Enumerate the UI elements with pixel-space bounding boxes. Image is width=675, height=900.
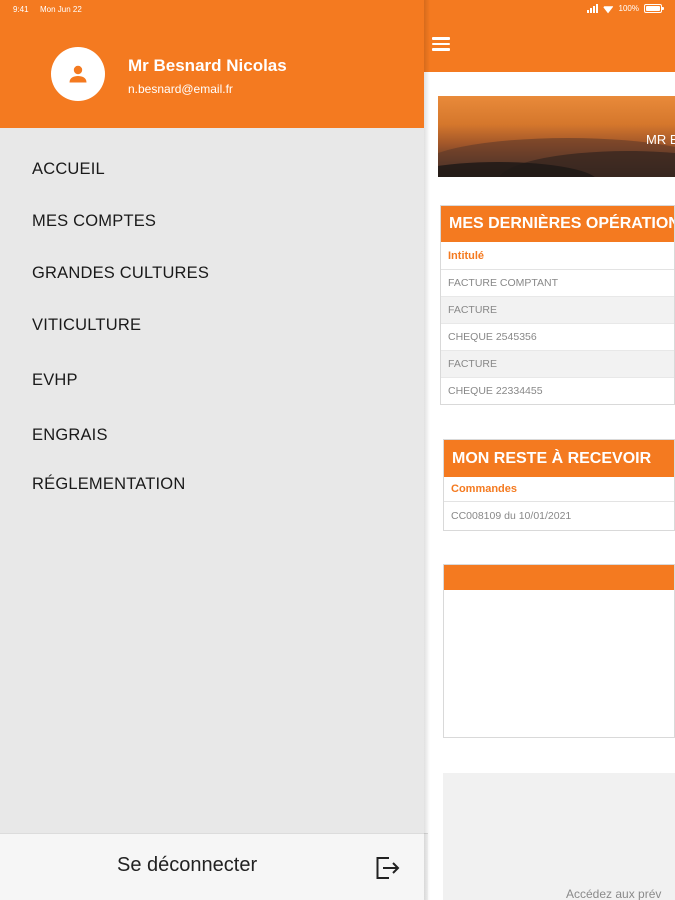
hamburger-menu-icon[interactable] bbox=[432, 34, 458, 58]
logout-button[interactable]: Se déconnecter bbox=[117, 854, 257, 877]
status-bar: 9:41 Mon Jun 22 100% bbox=[0, 0, 675, 20]
person-icon bbox=[69, 65, 87, 83]
operation-row[interactable]: CHEQUE 2545356 bbox=[441, 324, 674, 351]
header-banner-image: MR B bbox=[438, 96, 675, 177]
drawer-shadow bbox=[424, 0, 430, 900]
status-time: 9:41 bbox=[13, 5, 29, 14]
battery-icon bbox=[644, 4, 664, 13]
navigation-drawer: Mr Besnard Nicolas n.besnard@email.fr AC… bbox=[0, 0, 428, 900]
menu-item-evhp[interactable]: EVHP bbox=[32, 371, 78, 390]
reste-column-header: Commandes bbox=[444, 477, 674, 502]
menu-item-engrais[interactable]: ENGRAIS bbox=[32, 426, 108, 445]
signal-icon bbox=[586, 4, 598, 13]
operations-title: MES DERNIÈRES OPÉRATION bbox=[441, 206, 674, 242]
menu-item-accueil[interactable]: ACCUEIL bbox=[32, 160, 105, 179]
user-email: n.besnard@email.fr bbox=[128, 82, 233, 96]
logout-icon[interactable] bbox=[374, 854, 402, 882]
user-name: Mr Besnard Nicolas bbox=[128, 56, 287, 75]
menu-item-reglementation[interactable]: RÉGLEMENTATION bbox=[32, 475, 185, 494]
avatar[interactable] bbox=[51, 47, 105, 101]
menu-item-mes-comptes[interactable]: MES COMPTES bbox=[32, 212, 156, 231]
operation-row[interactable]: FACTURE COMPTANT bbox=[441, 270, 674, 297]
menu-item-grandes-cultures[interactable]: GRANDES CULTURES bbox=[32, 264, 209, 283]
info-panel-text: Accédez aux prév bbox=[566, 887, 662, 900]
empty-card bbox=[443, 564, 675, 738]
operation-row[interactable]: FACTURE bbox=[441, 351, 674, 378]
banner-text: MR B bbox=[646, 132, 675, 147]
battery-percentage: 100% bbox=[618, 4, 639, 13]
drawer-footer: Se déconnecter bbox=[0, 833, 428, 900]
status-date: Mon Jun 22 bbox=[40, 5, 82, 14]
operation-row[interactable]: CHEQUE 22334455 bbox=[441, 378, 674, 404]
menu-item-viticulture[interactable]: VITICULTURE bbox=[32, 316, 141, 335]
wifi-icon bbox=[603, 4, 614, 13]
info-panel bbox=[443, 773, 675, 900]
operation-row[interactable]: FACTURE bbox=[441, 297, 674, 324]
reste-row[interactable]: CC008109 du 10/01/2021 bbox=[444, 502, 674, 530]
reste-title: MON RESTE À RECEVOIR bbox=[444, 440, 674, 477]
empty-card-header bbox=[444, 565, 674, 590]
operations-column-header: Intitulé bbox=[441, 242, 674, 270]
reste-card: MON RESTE À RECEVOIR Commandes CC008109 … bbox=[443, 439, 675, 531]
operations-card: MES DERNIÈRES OPÉRATION Intitulé FACTURE… bbox=[440, 205, 675, 405]
